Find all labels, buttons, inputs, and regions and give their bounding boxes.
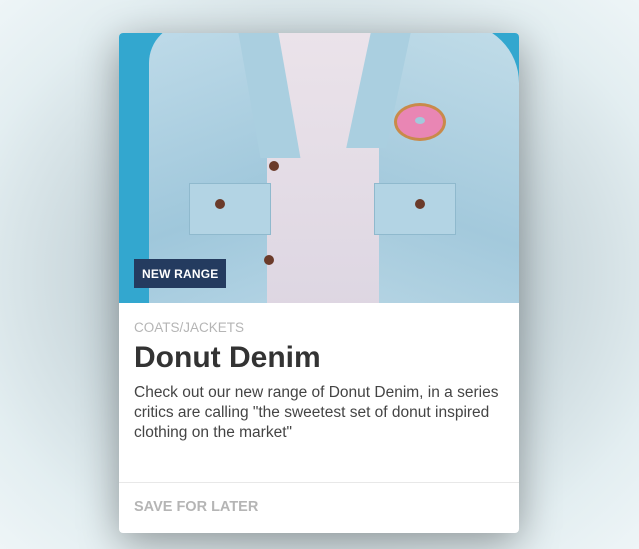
donut-patch [394, 103, 446, 141]
jacket-button [269, 161, 279, 171]
card-description: Check out our new range of Donut Denim, … [134, 384, 499, 441]
product-image: NEW RANGE [119, 33, 519, 303]
jacket-button [415, 199, 425, 209]
new-range-badge: NEW RANGE [134, 259, 227, 288]
jacket-button [215, 199, 225, 209]
card-title: Donut Denim [134, 341, 321, 374]
product-card: NEW RANGE COATS/JACKETS Donut Denim Chec… [119, 33, 519, 533]
pocket-right [374, 183, 456, 235]
card-footer: SAVE FOR LATER [119, 482, 519, 533]
save-for-later-button[interactable]: SAVE FOR LATER [134, 499, 258, 515]
jacket-button [264, 255, 274, 265]
pocket-left [189, 183, 271, 235]
category-label: COATS/JACKETS [134, 320, 245, 335]
